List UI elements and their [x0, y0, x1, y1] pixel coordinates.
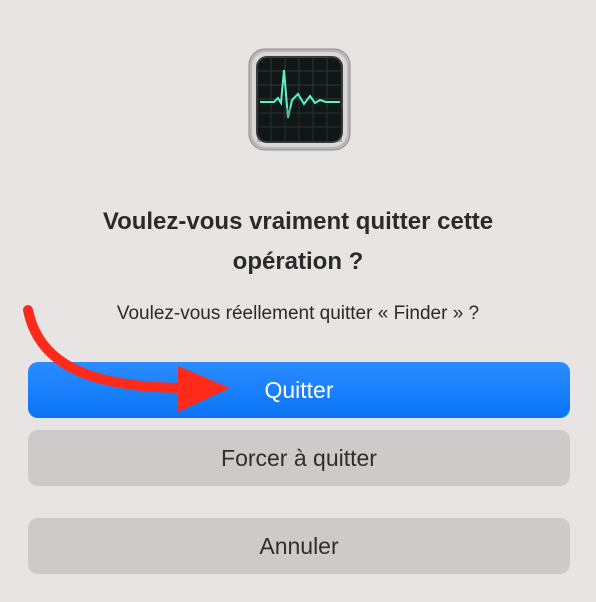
quit-dialog: Voulez-vous vraiment quitter cette opéra… [0, 0, 596, 602]
quit-button[interactable]: Quitter [28, 362, 570, 418]
dialog-message: Voulez-vous réellement quitter « Finder … [116, 303, 480, 324]
dialog-title: Voulez-vous vraiment quitter cette opéra… [0, 202, 596, 282]
force-quit-button[interactable]: Forcer à quitter [28, 430, 570, 486]
dialog-title-line2: opération ? [232, 248, 364, 275]
cancel-button[interactable]: Annuler [28, 518, 570, 574]
activity-monitor-icon [248, 48, 351, 151]
dialog-title-line1: Voulez-vous vraiment quitter cette [102, 208, 494, 235]
